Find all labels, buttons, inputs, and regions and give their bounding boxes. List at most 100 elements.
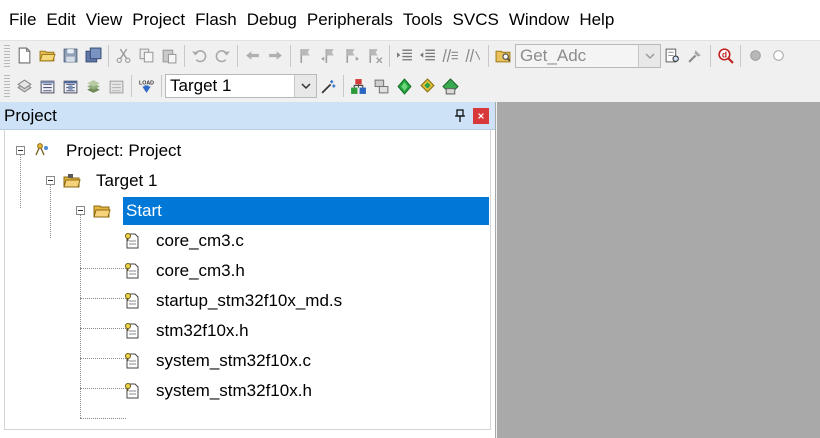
packs-icon (374, 79, 389, 93)
file-toolbar: Get_Adc d (0, 40, 820, 70)
tree-node-label: Start (123, 197, 489, 225)
incremental-find-button[interactable] (684, 44, 707, 67)
batch-build-button[interactable] (82, 75, 105, 98)
insert-breakpoint-button[interactable] (744, 44, 767, 67)
menu-help[interactable]: Help (574, 0, 619, 40)
tree-node-file[interactable]: stm32f10x.h (123, 317, 252, 345)
save-button[interactable] (59, 44, 82, 67)
incremental-find-icon (688, 50, 701, 63)
indent-button[interactable] (393, 44, 416, 67)
tree-node-target[interactable]: Target 1 (63, 167, 160, 195)
tree-node-label: core_cm3.c (156, 231, 244, 250)
save-all-icon (85, 47, 102, 63)
tree-collapse-toggle[interactable] (16, 146, 25, 155)
paste-icon (162, 49, 177, 64)
options-for-target-button[interactable] (317, 75, 340, 98)
clear-bookmarks-button[interactable] (363, 44, 386, 67)
tree-connector (80, 298, 126, 299)
menu-debug[interactable]: Debug (242, 0, 302, 40)
find-combo[interactable]: Get_Adc (515, 43, 661, 68)
select-packs-button[interactable] (370, 75, 393, 98)
pin-icon (455, 108, 465, 122)
tree-collapse-toggle[interactable] (76, 206, 85, 215)
target-select-dropdown-button[interactable] (294, 75, 316, 97)
tree-node-label: system_stm32f10x.c (156, 351, 311, 370)
pack-installer-button[interactable] (416, 75, 439, 98)
tree-connector (50, 184, 51, 238)
tree-node-label: startup_stm32f10x_md.s (156, 291, 343, 310)
redo-button[interactable] (211, 44, 234, 67)
comment-button[interactable] (439, 44, 462, 67)
cut-button[interactable] (112, 44, 135, 67)
tree-connector (80, 328, 126, 329)
toolbar-grip[interactable] (4, 44, 10, 67)
tree-collapse-toggle[interactable] (46, 176, 55, 185)
navigate-forward-button[interactable] (264, 44, 287, 67)
pin-panel-button[interactable] (451, 107, 469, 125)
build-button[interactable] (36, 75, 59, 98)
target-select[interactable]: Target 1 (165, 74, 317, 98)
rebuild-button[interactable] (59, 75, 82, 98)
editor-area[interactable] (497, 102, 820, 438)
menu-bar: File Edit View Project Flash Debug Perip… (0, 0, 820, 40)
menu-view[interactable]: View (81, 0, 128, 40)
tree-node-label: core_cm3.h (156, 261, 245, 280)
new-file-button[interactable] (13, 44, 36, 67)
menu-window[interactable]: Window (504, 0, 574, 40)
tree-node-group-start[interactable]: Start (93, 197, 489, 225)
debug-session-button[interactable]: d (714, 44, 737, 67)
menu-file[interactable]: File (4, 0, 41, 40)
bookmark-next-icon (346, 49, 359, 63)
find-combo-dropdown-button[interactable] (638, 44, 660, 67)
copy-button[interactable] (135, 44, 158, 67)
menu-edit[interactable]: Edit (41, 0, 80, 40)
tree-connector (20, 154, 21, 208)
find-combo-value: Get_Adc (520, 45, 587, 65)
tree-node-file[interactable]: system_stm32f10x.c (123, 347, 314, 375)
toolbar-separator (290, 44, 291, 67)
tree-node-file[interactable]: startup_stm32f10x_md.s (123, 287, 345, 315)
bookmark-prev-icon (321, 49, 334, 63)
navigate-back-button[interactable] (241, 44, 264, 67)
paste-button[interactable] (158, 44, 181, 67)
tree-node-file[interactable]: system_stm32f10x.h (123, 377, 315, 405)
project-panel: Project Project: Project Target 1 Start … (0, 102, 496, 438)
header-file-icon (123, 382, 141, 400)
rebuild-icon (63, 80, 78, 93)
tree-connector (80, 268, 126, 269)
uncomment-icon (465, 48, 481, 63)
software-packs-button[interactable] (439, 75, 462, 98)
menu-peripherals[interactable]: Peripherals (302, 0, 398, 40)
menu-svcs[interactable]: SVCS (448, 0, 504, 40)
find-in-files-button[interactable] (492, 44, 515, 67)
toolbar-grip[interactable] (4, 75, 10, 97)
download-button[interactable]: LOAD (135, 75, 158, 98)
bookmark-flag-icon (300, 49, 310, 63)
undo-button[interactable] (188, 44, 211, 67)
next-bookmark-button[interactable] (340, 44, 363, 67)
arrow-right-icon (269, 51, 282, 60)
menu-project[interactable]: Project (127, 0, 190, 40)
find-button[interactable] (661, 44, 684, 67)
insert-bookmark-button[interactable] (294, 44, 317, 67)
enable-breakpoint-button[interactable] (767, 44, 790, 67)
menu-flash[interactable]: Flash (190, 0, 242, 40)
toolbar-separator (740, 44, 741, 67)
debug-magnifier-icon: d (718, 48, 734, 64)
uncomment-button[interactable] (462, 44, 485, 67)
project-tree: Project: Project Target 1 Start core_cm3… (4, 130, 491, 430)
tree-node-file[interactable]: core_cm3.h (123, 257, 248, 285)
save-all-button[interactable] (82, 44, 105, 67)
tree-node-project[interactable]: Project: Project (33, 137, 184, 165)
previous-bookmark-button[interactable] (317, 44, 340, 67)
manage-run-time-environment-button[interactable] (393, 75, 416, 98)
manage-project-items-button[interactable] (347, 75, 370, 98)
unindent-button[interactable] (416, 44, 439, 67)
redo-icon (215, 50, 230, 63)
tree-node-file[interactable]: core_cm3.c (123, 227, 247, 255)
open-file-button[interactable] (36, 44, 59, 67)
menu-tools[interactable]: Tools (398, 0, 448, 40)
close-panel-button[interactable] (473, 107, 489, 124)
translate-button[interactable] (13, 75, 36, 98)
stop-build-button[interactable] (105, 75, 128, 98)
